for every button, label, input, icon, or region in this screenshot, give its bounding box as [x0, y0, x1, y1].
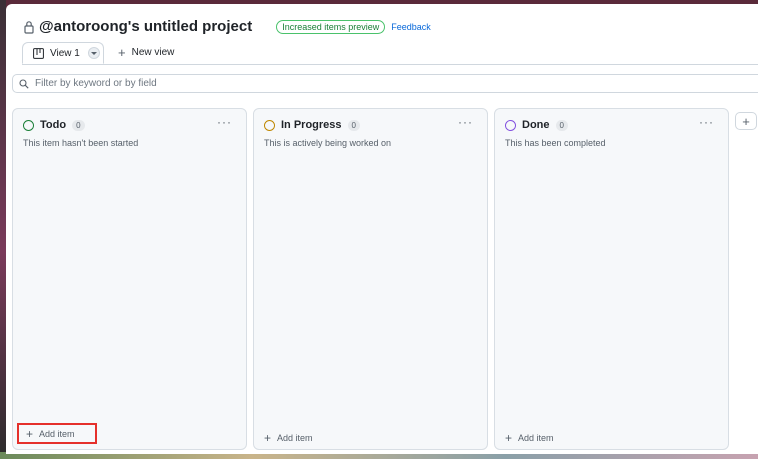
tab-view-1-label: View 1 — [50, 47, 80, 59]
column-header: Done 0 — [505, 119, 568, 131]
column-title: In Progress — [281, 119, 342, 131]
tab-view-1[interactable]: View 1 — [22, 42, 104, 64]
add-item-label: Add item — [277, 433, 313, 443]
column-header: In Progress 0 — [264, 119, 360, 131]
status-circle-icon — [505, 119, 516, 131]
new-view-label: New view — [131, 47, 175, 58]
plus-icon: + — [742, 113, 750, 129]
plus-icon: + — [118, 45, 126, 60]
add-column-button[interactable]: + — [735, 112, 757, 130]
filter-input[interactable] — [35, 78, 435, 89]
board-area: Todo 0 ··· This item hasn't been started… — [6, 99, 758, 454]
item-count-badge: 0 — [347, 119, 360, 131]
item-count-badge: 0 — [72, 119, 85, 131]
column-title: Todo — [40, 119, 67, 131]
board-icon — [33, 47, 44, 59]
status-circle-icon — [264, 119, 275, 131]
column-in-progress: In Progress 0 ··· This is actively being… — [253, 108, 488, 450]
project-window: @antoroong's untitled project Increased … — [6, 4, 758, 454]
column-description: This item hasn't been started — [23, 138, 139, 148]
column-done: Done 0 ··· This has been completed + Add… — [494, 108, 729, 450]
lock-icon — [24, 20, 34, 34]
filter-bar[interactable] — [12, 74, 758, 93]
item-count-badge: 0 — [555, 119, 568, 131]
more-horizontal-icon[interactable]: ··· — [699, 115, 714, 129]
add-item-label: Add item — [518, 433, 554, 443]
status-circle-icon — [23, 119, 34, 131]
add-item-button[interactable]: + Add item — [264, 431, 313, 445]
new-view-button[interactable]: + New view — [118, 45, 174, 60]
search-icon — [19, 78, 29, 89]
add-item-button[interactable]: + Add item — [505, 431, 554, 445]
view-tabs: View 1 + New view — [22, 42, 758, 65]
more-horizontal-icon[interactable]: ··· — [217, 115, 232, 129]
tabs-divider — [22, 64, 758, 65]
feedback-link[interactable]: Feedback — [391, 22, 431, 32]
plus-icon: + — [26, 426, 34, 441]
add-item-label: Add item — [39, 428, 75, 439]
preview-badge: Increased items preview — [276, 19, 386, 34]
view-options-chevron-down-icon[interactable] — [88, 47, 100, 59]
column-header: Todo 0 — [23, 119, 85, 131]
column-description: This is actively being worked on — [264, 138, 392, 148]
column-description: This has been completed — [505, 138, 606, 148]
column-title: Done — [522, 119, 550, 131]
column-todo: Todo 0 ··· This item hasn't been started… — [12, 108, 247, 450]
more-horizontal-icon[interactable]: ··· — [458, 115, 473, 129]
project-title: @antoroong's untitled project — [39, 18, 253, 35]
add-item-button[interactable]: + Add item — [17, 423, 97, 444]
project-header: @antoroong's untitled project Increased … — [23, 18, 431, 35]
plus-icon: + — [264, 431, 272, 445]
plus-icon: + — [505, 431, 513, 445]
